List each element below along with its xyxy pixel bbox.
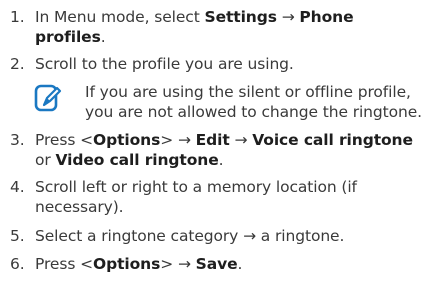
step-1: 1. In Menu mode, select Settings → Phone … <box>0 7 354 47</box>
menu-profiles-label: profiles <box>35 28 101 46</box>
step-3: 3. Press <Options> → Edit → Voice call ri… <box>0 130 413 170</box>
step-5: 5. Select a ringtone category → a rington… <box>0 226 344 246</box>
step-number: 1. <box>10 8 25 26</box>
step-4: 4. Scroll left or right to a memory locat… <box>0 177 357 217</box>
step-number: 4. <box>10 178 25 196</box>
menu-settings-label: Settings <box>204 8 277 26</box>
edit-option-label: Edit <box>195 131 230 149</box>
voice-call-ringtone-label: Voice call ringtone <box>252 131 413 149</box>
options-key-label: Options <box>93 255 161 273</box>
video-call-ringtone-label: Video call ringtone <box>55 151 219 169</box>
save-option-label: Save <box>195 255 238 273</box>
note-pencil-icon <box>34 84 62 112</box>
note-box: If you are using the silent or offline p… <box>34 83 439 124</box>
instruction-page: 1. In Menu mode, select Settings → Phone … <box>0 0 443 302</box>
menu-phone-label: Phone <box>299 8 354 26</box>
step-2: 2. Scroll to the profile you are using. <box>0 54 294 74</box>
step-number: 3. <box>10 131 25 149</box>
step-6: 6. Press <Options> → Save. <box>0 254 242 274</box>
step-number: 5. <box>10 227 25 245</box>
step-number: 2. <box>10 55 25 73</box>
note-text: If you are using the silent or offline p… <box>85 83 422 121</box>
step-number: 6. <box>10 255 25 273</box>
options-key-label: Options <box>93 131 161 149</box>
